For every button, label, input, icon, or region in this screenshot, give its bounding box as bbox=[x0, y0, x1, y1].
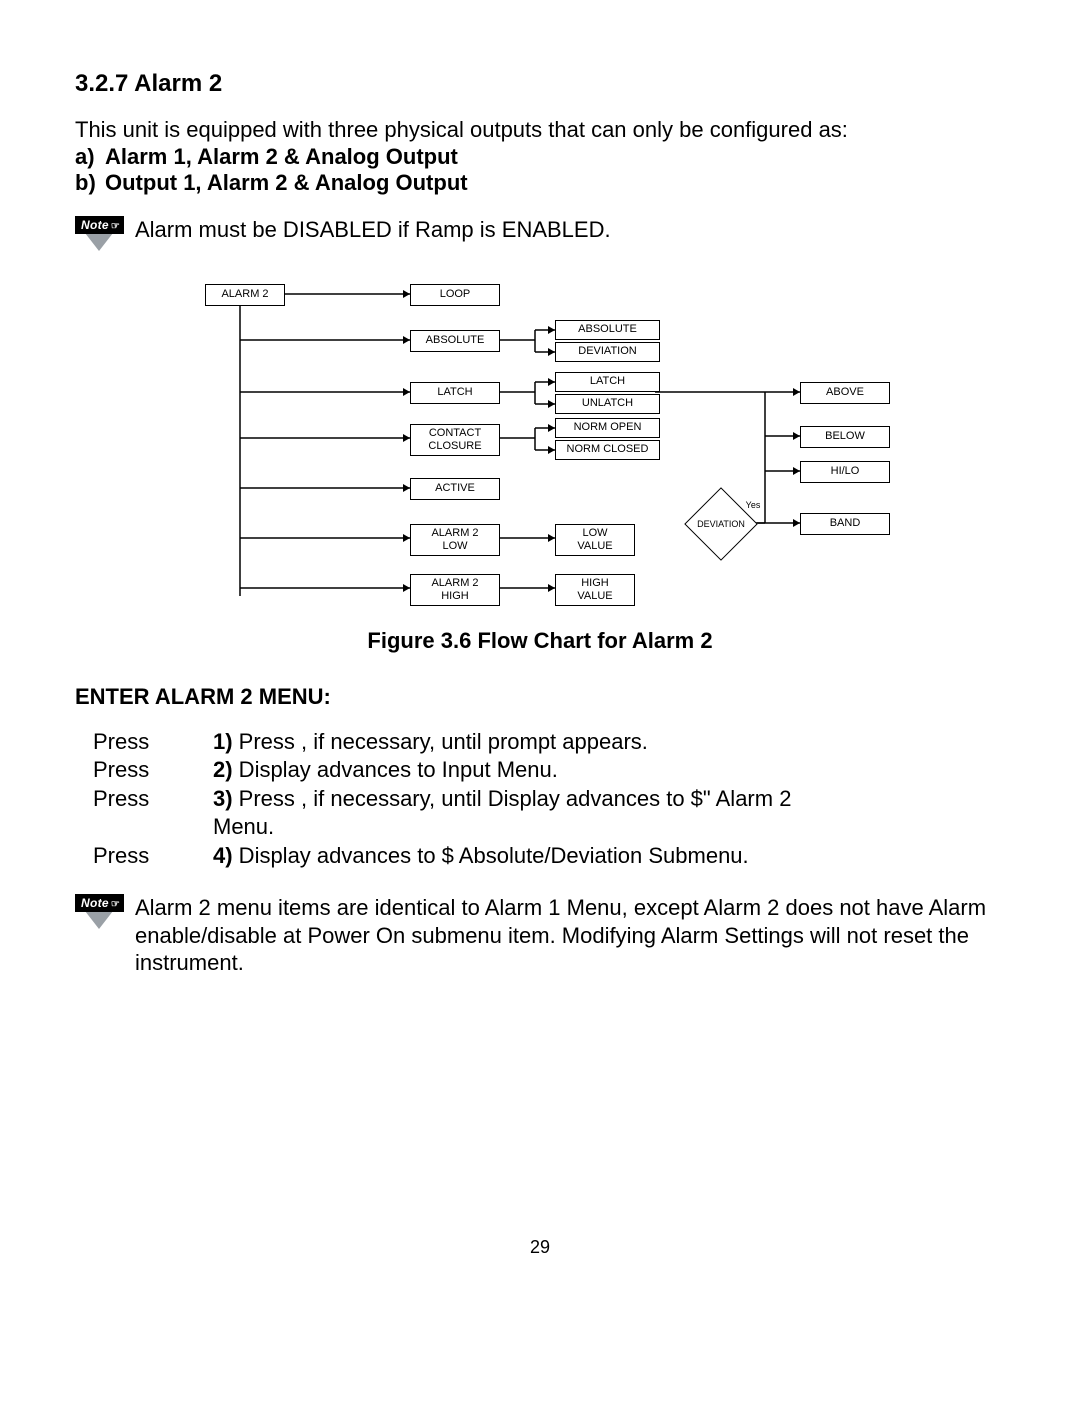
step-text-b: Absolute/Deviation Submenu. bbox=[454, 843, 749, 868]
step-1: Press 1) Press , if necessary, until pro… bbox=[93, 728, 1005, 757]
figure-caption: Figure 3.6 Flow Chart for Alarm 2 bbox=[75, 628, 1005, 654]
press-label: Press bbox=[93, 756, 213, 785]
step-text-a: Press , if necessary, until Display adva… bbox=[233, 786, 711, 811]
note-1-text: Alarm must be DISABLED if Ramp is ENABLE… bbox=[135, 216, 611, 244]
press-label: Press bbox=[93, 728, 213, 757]
step-text-b: prompt appears. bbox=[488, 729, 648, 754]
note-icon: Note bbox=[75, 894, 123, 929]
note-icon: Note bbox=[75, 216, 123, 251]
config-letter: b) bbox=[75, 170, 105, 196]
step-text-a: Menu. bbox=[213, 814, 274, 839]
enter-menu-heading: ENTER ALARM 2 MENU: bbox=[75, 684, 1005, 710]
note-1: Note Alarm must be DISABLED if Ramp is E… bbox=[75, 216, 1005, 251]
arrow-icon bbox=[403, 388, 410, 396]
step-3-cont: Menu. bbox=[93, 813, 1005, 842]
intro-text: This unit is equipped with three physica… bbox=[75, 116, 1005, 144]
step-text-b: Input Menu. bbox=[442, 757, 558, 782]
note-arrow-icon bbox=[85, 911, 113, 929]
note-arrow-icon bbox=[85, 233, 113, 251]
box-active: ACTIVE bbox=[410, 478, 500, 500]
config-text: Output 1, Alarm 2 & Analog Output bbox=[105, 170, 468, 196]
step-num: 1) bbox=[213, 729, 233, 754]
box-norm-closed: NORM CLOSED bbox=[555, 440, 660, 460]
step-2: Press 2) Display advances to Input Menu. bbox=[93, 756, 1005, 785]
box-loop: LOOP bbox=[410, 284, 500, 306]
arrow-icon bbox=[548, 446, 555, 454]
press-label: Press bbox=[93, 842, 213, 871]
arrow-icon bbox=[548, 348, 555, 356]
press-label: Press bbox=[93, 785, 213, 814]
section-heading: 3.2.7 Alarm 2 bbox=[75, 70, 1005, 98]
box-high-value: HIGH VALUE bbox=[555, 574, 635, 606]
diamond-deviation-label: DEVIATION bbox=[691, 519, 751, 529]
step-text-a: Display advances to bbox=[233, 757, 442, 782]
box-absolute-opt: ABSOLUTE bbox=[555, 320, 660, 340]
arrow-icon bbox=[403, 534, 410, 542]
config-a: a) Alarm 1, Alarm 2 & Analog Output bbox=[75, 144, 1005, 170]
step-4: Press 4) Display advances to $ Absolute/… bbox=[93, 842, 1005, 871]
box-low-value: LOW VALUE bbox=[555, 524, 635, 556]
config-b: b) Output 1, Alarm 2 & Analog Output bbox=[75, 170, 1005, 196]
box-absolute: ABSOLUTE bbox=[410, 330, 500, 352]
box-above: ABOVE bbox=[800, 382, 890, 404]
config-text: Alarm 1, Alarm 2 & Analog Output bbox=[105, 144, 458, 170]
box-band: BAND bbox=[800, 513, 890, 535]
arrow-icon bbox=[403, 484, 410, 492]
yes-label: Yes bbox=[738, 500, 768, 510]
box-deviation-opt: DEVIATION bbox=[555, 342, 660, 362]
arrow-icon bbox=[403, 336, 410, 344]
arrow-icon bbox=[793, 432, 800, 440]
step-text-b: Alarm 2 bbox=[711, 786, 792, 811]
box-latch-opt: LATCH bbox=[555, 372, 660, 392]
config-list: a) Alarm 1, Alarm 2 & Analog Output b) O… bbox=[75, 144, 1005, 196]
press-label bbox=[93, 813, 213, 842]
box-alarm2: ALARM 2 bbox=[205, 284, 285, 306]
arrow-icon bbox=[403, 434, 410, 442]
arrow-icon bbox=[793, 467, 800, 475]
arrow-icon bbox=[548, 400, 555, 408]
step-3: Press 3) Press , if necessary, until Dis… bbox=[93, 785, 1005, 814]
arrow-icon bbox=[793, 519, 800, 527]
arrow-icon bbox=[548, 534, 555, 542]
note-2-text: Alarm 2 menu items are identical to Alar… bbox=[135, 894, 1005, 977]
alarm2-flowchart: ALARM 2 LOOP ABSOLUTE ABSOLUTE DEVIATION… bbox=[140, 276, 940, 616]
box-latch: LATCH bbox=[410, 382, 500, 404]
arrow-icon bbox=[548, 584, 555, 592]
arrow-icon bbox=[548, 326, 555, 334]
box-unlatch-opt: UNLATCH bbox=[555, 394, 660, 414]
step-num: 3) bbox=[213, 786, 233, 811]
arrow-icon bbox=[793, 388, 800, 396]
box-hilo: HI/LO bbox=[800, 461, 890, 483]
steps-list: Press 1) Press , if necessary, until pro… bbox=[93, 728, 1005, 871]
note-2: Note Alarm 2 menu items are identical to… bbox=[75, 894, 1005, 977]
note-badge-label: Note bbox=[75, 894, 124, 912]
box-norm-open: NORM OPEN bbox=[555, 418, 660, 438]
arrow-icon bbox=[548, 424, 555, 432]
box-alarm2-low: ALARM 2 LOW bbox=[410, 524, 500, 556]
config-letter: a) bbox=[75, 144, 105, 170]
box-alarm2-high: ALARM 2 HIGH bbox=[410, 574, 500, 606]
box-contact-closure: CONTACT CLOSURE bbox=[410, 424, 500, 456]
arrow-icon bbox=[548, 378, 555, 386]
arrow-icon bbox=[403, 584, 410, 592]
step-text-a: Press , if necessary, until bbox=[233, 729, 488, 754]
step-num: 2) bbox=[213, 757, 233, 782]
step-text-a: Display advances to $ bbox=[233, 843, 454, 868]
page-number: 29 bbox=[75, 1237, 1005, 1258]
step-num: 4) bbox=[213, 843, 233, 868]
note-badge-label: Note bbox=[75, 216, 124, 234]
arrow-icon bbox=[403, 290, 410, 298]
box-below: BELOW bbox=[800, 426, 890, 448]
